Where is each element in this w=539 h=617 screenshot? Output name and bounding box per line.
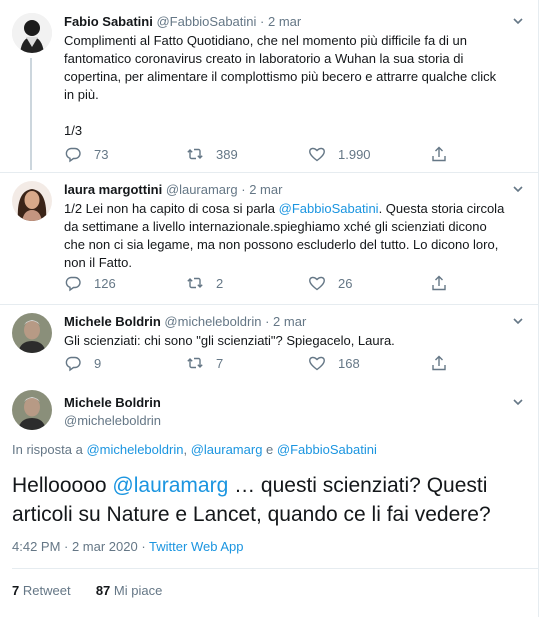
share-button[interactable]: [430, 354, 448, 372]
thread-line: [30, 58, 32, 170]
author-handle[interactable]: @FabbioSabatini: [156, 14, 256, 29]
tweet-actions: 73 389 1.990: [64, 145, 464, 165]
mention-link[interactable]: @micheleboldrin: [86, 442, 183, 457]
like-icon: [309, 276, 325, 291]
tweet-michele-reply[interactable]: Michele Boldrin @micheleboldrin · 2 mar …: [0, 304, 539, 384]
retweet-button[interactable]: 7: [186, 354, 223, 372]
author-name[interactable]: Michele Boldrin: [64, 394, 525, 412]
avatar-image: [12, 181, 52, 221]
reply-context: In risposta a @micheleboldrin, @lauramar…: [12, 442, 377, 457]
author-name[interactable]: Michele Boldrin: [64, 314, 161, 329]
like-icon: [309, 356, 325, 371]
tweet-date[interactable]: 2 mar: [268, 14, 301, 29]
tweet-time[interactable]: 4:42 PM · 2 mar 2020 ·: [12, 539, 149, 554]
chevron-down-icon[interactable]: [511, 314, 525, 328]
divider: [12, 568, 539, 569]
author-handle[interactable]: @micheleboldrin: [164, 314, 261, 329]
avatar-image: [12, 313, 52, 353]
tweet-timestamp: 4:42 PM · 2 mar 2020 · Twitter Web App: [12, 539, 243, 554]
author-handle[interactable]: @lauramarg: [166, 182, 238, 197]
tweet-stats: 7 Retweet 87 Mi piace: [12, 583, 162, 598]
share-button[interactable]: [430, 274, 448, 292]
tweet-laura[interactable]: laura margottini @lauramarg · 2 mar 1/2 …: [0, 172, 539, 304]
mention-link[interactable]: @lauramarg: [191, 442, 263, 457]
chevron-down-icon[interactable]: [511, 182, 525, 196]
tweet-text: Complimenti al Fatto Quotidiano, che nel…: [64, 33, 497, 138]
share-icon: [432, 146, 446, 162]
reply-icon: [65, 276, 81, 292]
tweet-actions: 126 2 26: [64, 274, 464, 294]
retweet-icon: [187, 277, 203, 289]
main-tweet-text: Hellooooo @lauramarg … questi scienziati…: [12, 474, 491, 526]
source-link[interactable]: Twitter Web App: [149, 539, 243, 554]
chevron-down-icon[interactable]: [511, 395, 525, 409]
like-button[interactable]: 168: [308, 354, 360, 372]
reply-button[interactable]: 73: [64, 145, 108, 163]
share-icon: [432, 355, 446, 371]
mention-link[interactable]: @FabbioSabatini: [279, 201, 379, 216]
likes-stat[interactable]: 87 Mi piace: [96, 583, 163, 598]
reply-button[interactable]: 9: [64, 354, 101, 372]
tweet-fabio[interactable]: Fabio Sabatini @FabbioSabatini · 2 mar C…: [0, 0, 539, 172]
tweet-thread: Fabio Sabatini @FabbioSabatini · 2 mar C…: [0, 0, 539, 617]
mention-link[interactable]: @FabbioSabatini: [277, 442, 377, 457]
mention-link[interactable]: @lauramarg: [112, 474, 228, 497]
tweet-actions: 9 7 168: [64, 354, 464, 374]
reply-button[interactable]: 126: [64, 274, 116, 292]
tweet-date[interactable]: 2 mar: [249, 182, 282, 197]
like-icon: [309, 147, 325, 162]
retweet-icon: [187, 357, 203, 369]
retweet-icon: [187, 148, 203, 160]
share-button[interactable]: [430, 145, 448, 163]
reply-icon: [65, 356, 81, 372]
tweet-text: Gli scienziati: chi sono "gli scienziati…: [64, 333, 395, 348]
avatar[interactable]: [12, 313, 52, 353]
share-icon: [432, 275, 446, 291]
tweet-text: 1/2 Lei non ha capito di cosa si parla @…: [64, 201, 505, 270]
avatar-image: [12, 13, 52, 53]
avatar-image: [12, 390, 52, 430]
avatar[interactable]: [12, 390, 52, 430]
reply-icon: [65, 147, 81, 163]
author-name[interactable]: laura margottini: [64, 182, 162, 197]
avatar[interactable]: [12, 13, 52, 53]
avatar[interactable]: [12, 181, 52, 221]
tweet-date[interactable]: 2 mar: [273, 314, 306, 329]
retweet-button[interactable]: 389: [186, 145, 238, 163]
retweets-stat[interactable]: 7 Retweet: [12, 583, 71, 598]
like-button[interactable]: 1.990: [308, 145, 371, 163]
retweet-button[interactable]: 2: [186, 274, 223, 292]
chevron-down-icon[interactable]: [511, 14, 525, 28]
author-handle[interactable]: @micheleboldrin: [64, 412, 525, 430]
author-name[interactable]: Fabio Sabatini: [64, 14, 153, 29]
like-button[interactable]: 26: [308, 274, 352, 292]
